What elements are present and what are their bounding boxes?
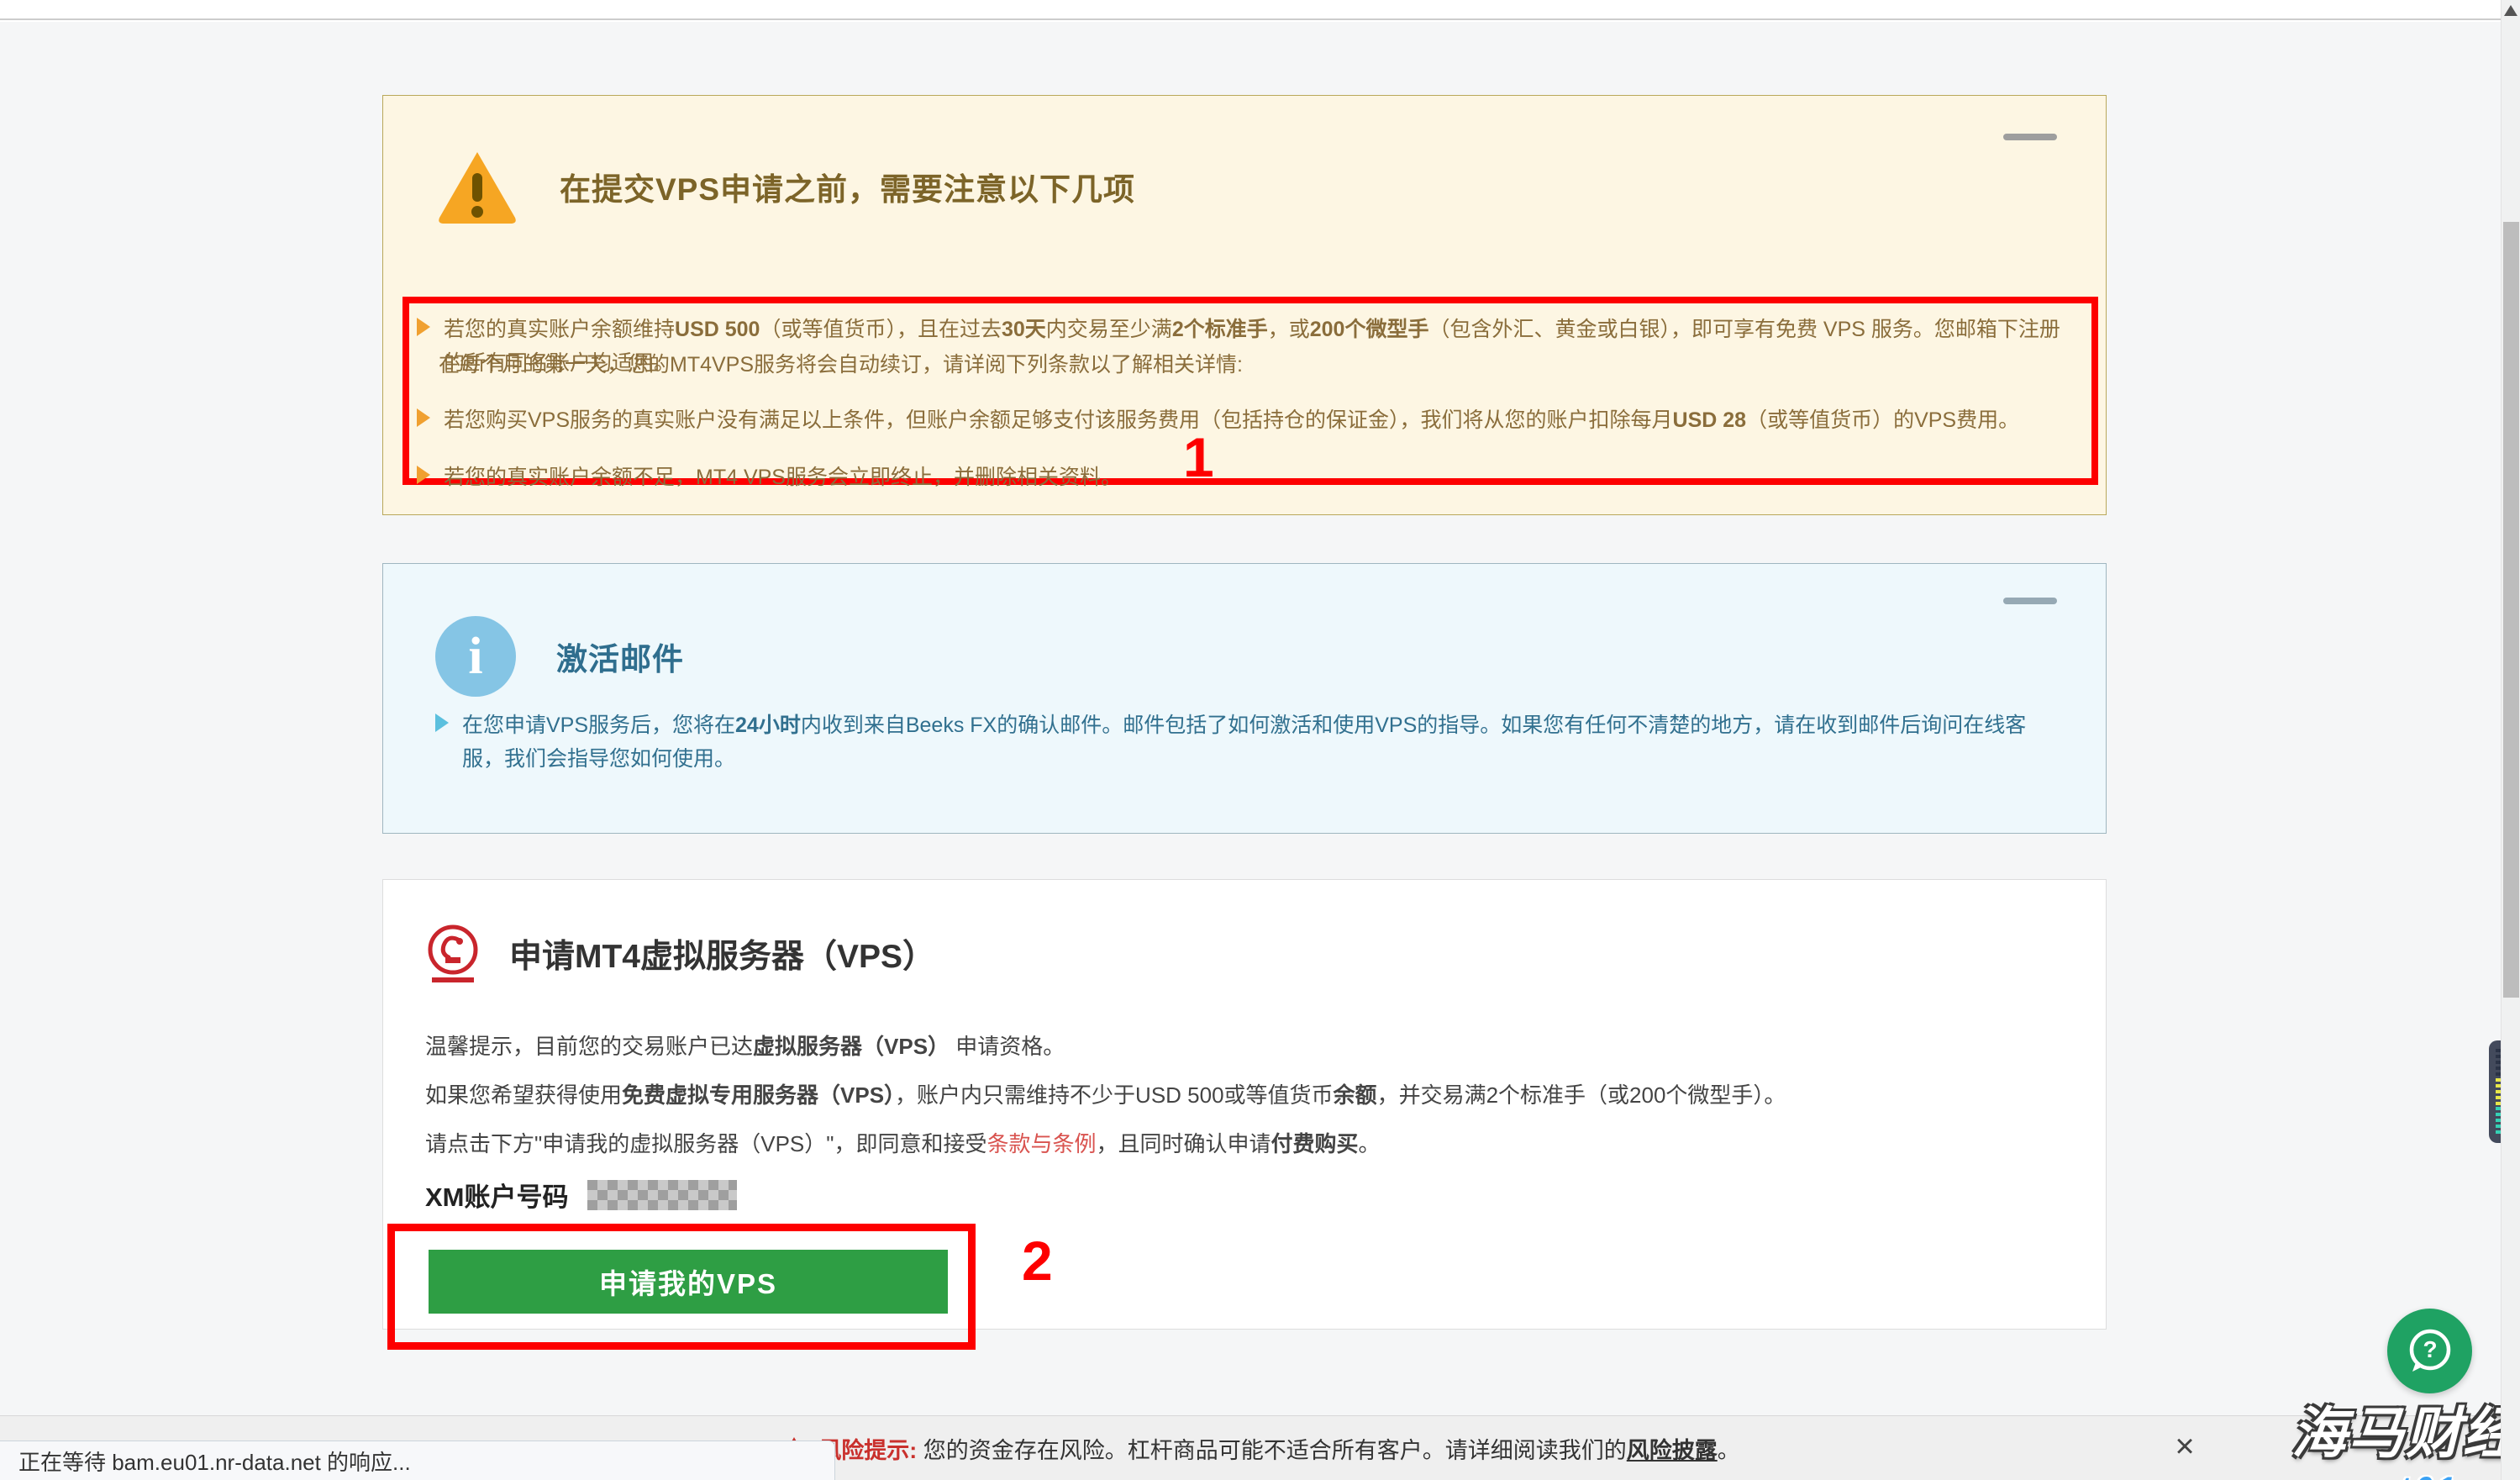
apply-title: 申请MT4虚拟服务器（VPS） <box>509 930 935 977</box>
text-segment: 24小时 <box>735 714 801 737</box>
warning-bullets: 若您的真实账户余额维持USD 500（或等值货币），且在过去30天内交易至少满2… <box>417 313 2081 494</box>
apply-header: 申请MT4虚拟服务器（VPS） <box>425 924 935 984</box>
text-segment: ，且同时确认申请 <box>1097 1131 1271 1156</box>
scrollbar[interactable] <box>2501 0 2520 1480</box>
text-segment: ，或 <box>1268 318 1310 341</box>
text-segment: 如果您希望获得使用 <box>425 1082 622 1108</box>
text-segment: 200个微型手 <box>1310 318 1429 341</box>
warning-triangle-icon <box>435 148 519 225</box>
page: 在提交VPS申请之前，需要注意以下几项 在每个月的第一天，您的MT4VPS服务将… <box>0 0 2520 1480</box>
text-segment: 余额 <box>1334 1082 1377 1108</box>
annotation-box-2: 申请我的VPS <box>387 1224 976 1350</box>
bullet-arrow-icon <box>435 714 449 732</box>
text-segment: ，并交易满2个标准手（或200个微型手）。 <box>1377 1082 1786 1108</box>
scrollbar-up-arrow-icon[interactable] <box>2504 5 2517 16</box>
account-number-label: XM账户号码 <box>425 1176 569 1214</box>
bullet-arrow-icon <box>417 408 430 427</box>
text-segment: 若您的真实账户余额不足，MT4 VPS服务会立即终止，并删除相关资料。 <box>444 466 1122 489</box>
text-segment: 免费虚拟专用服务器（VPS） <box>622 1082 895 1108</box>
browser-status-tooltip: 正在等待 bam.eu01.nr-data.net 的响应... <box>0 1440 835 1480</box>
bullet-arrow-icon <box>417 466 430 484</box>
info-bullet: 在您申请VPS服务后，您将在24小时内收到来自Beeks FX的确认邮件。邮件包… <box>435 708 2067 776</box>
service-bell-icon <box>425 924 481 984</box>
text-segment: 在您申请VPS服务后，您将在 <box>462 714 735 737</box>
text-segment: 若您的真实账户余额维持 <box>444 318 675 341</box>
text-segment: 。 <box>1359 1131 1381 1156</box>
warning-bullet-2-text: 若您购买VPS服务的真实账户没有满足以上条件，但账户余额足够支付该服务费用（包括… <box>444 403 2019 437</box>
info-icon: i <box>435 616 516 697</box>
text-segment: ，账户内只需维持不少于USD 500或等值货币 <box>895 1082 1334 1108</box>
apply-para-3: 请点击下方"申请我的虚拟服务器（VPS）"，即同意和接受条款与条例，且同时确认申… <box>425 1127 1381 1158</box>
warning-panel: 在提交VPS申请之前，需要注意以下几项 在每个月的第一天，您的MT4VPS服务将… <box>382 95 2107 515</box>
svg-text:?: ? <box>2423 1336 2437 1362</box>
text-segment: 内交易至少满 <box>1046 318 1172 341</box>
close-icon[interactable]: × <box>2165 1426 2205 1467</box>
warning-header: 在提交VPS申请之前，需要注意以下几项 <box>435 148 1135 225</box>
apply-para-1: 温馨提示，目前您的交易账户已达虚拟服务器（VPS） 申请资格。 <box>425 1030 1065 1061</box>
browser-top-strip <box>0 0 2520 20</box>
apply-para-2: 如果您希望获得使用免费虚拟专用服务器（VPS），账户内只需维持不少于USD 50… <box>425 1078 1786 1109</box>
account-row: XM账户号码 <box>425 1176 737 1214</box>
text-segment: 申请资格。 <box>950 1034 1065 1059</box>
warning-bullet-3: 若您的真实账户余额不足，MT4 VPS服务会立即终止，并删除相关资料。 <box>417 461 2081 494</box>
terms-link[interactable]: 条款与条例 <box>987 1131 1097 1156</box>
text-segment: 。 <box>1718 1438 1740 1463</box>
text-segment: 请点击下方"申请我的虚拟服务器（VPS）"，即同意和接受 <box>425 1131 987 1156</box>
collapse-icon[interactable] <box>2003 598 2057 604</box>
help-bubble-icon: ? <box>2404 1325 2456 1377</box>
risk-disclosure-link[interactable]: 风险披露 <box>1627 1438 1718 1463</box>
info-title: 激活邮件 <box>556 634 684 679</box>
censored-account-number <box>587 1180 737 1210</box>
scrollbar-thumb[interactable] <box>2503 222 2519 998</box>
text-segment: USD 28 <box>1673 408 1747 432</box>
apply-panel: 申请MT4虚拟服务器（VPS） 温馨提示，目前您的交易账户已达虚拟服务器（VPS… <box>382 879 2107 1330</box>
collapse-icon[interactable] <box>2003 134 2057 140</box>
annotation-number-2: 2 <box>1022 1229 1053 1293</box>
bullet-arrow-icon <box>417 318 430 336</box>
text-segment: （或等值货币），且在过去 <box>760 318 1002 341</box>
text-segment: 30天 <box>1002 318 1046 341</box>
help-button[interactable]: ? <box>2387 1309 2472 1393</box>
text-segment: 若您购买VPS服务的真实账户没有满足以上条件，但账户余额足够支付该服务费用（包括… <box>444 408 1673 432</box>
info-header: i 激活邮件 <box>435 616 684 697</box>
text-segment: （或等值货币）的VPS费用。 <box>1746 408 2019 432</box>
apply-vps-button[interactable]: 申请我的VPS <box>429 1250 948 1314</box>
warning-bullet-3-text: 若您的真实账户余额不足，MT4 VPS服务会立即终止，并删除相关资料。 <box>444 461 1122 494</box>
annotation-number-1: 1 <box>1183 425 1214 489</box>
warning-title: 在提交VPS申请之前，需要注意以下几项 <box>560 164 1135 209</box>
info-body-text: 在您申请VPS服务后，您将在24小时内收到来自Beeks FX的确认邮件。邮件包… <box>462 708 2067 776</box>
text-segment: 2个标准手 <box>1172 318 1268 341</box>
text-segment: 付费购买 <box>1271 1131 1359 1156</box>
text-segment: USD 500 <box>675 318 760 341</box>
info-panel: i 激活邮件 在您申请VPS服务后，您将在24小时内收到来自Beeks FX的确… <box>382 563 2107 834</box>
warning-bullet-2: 若您购买VPS服务的真实账户没有满足以上条件，但账户余额足够支付该服务费用（包括… <box>417 403 2081 437</box>
text-segment: 您的资金存在风险。杠杆商品可能不适合所有客户。请详细阅读我们的 <box>917 1438 1627 1463</box>
warning-bullet-1-text: 若您的真实账户余额维持USD 500（或等值货币），且在过去30天内交易至少满2… <box>444 313 2081 380</box>
risk-warning-text: 风险提示: 您的资金存在风险。杠杆商品可能不适合所有客户。请详细阅读我们的风险披… <box>818 1432 1740 1465</box>
risk-footer-bar: 风险提示: 您的资金存在风险。杠杆商品可能不适合所有客户。请详细阅读我们的风险披… <box>0 1415 2520 1480</box>
text-segment: 温馨提示，目前您的交易账户已达 <box>425 1034 753 1059</box>
text-segment: 虚拟服务器（VPS） <box>753 1034 950 1059</box>
warning-bullet-1: 若您的真实账户余额维持USD 500（或等值货币），且在过去30天内交易至少满2… <box>417 313 2081 380</box>
